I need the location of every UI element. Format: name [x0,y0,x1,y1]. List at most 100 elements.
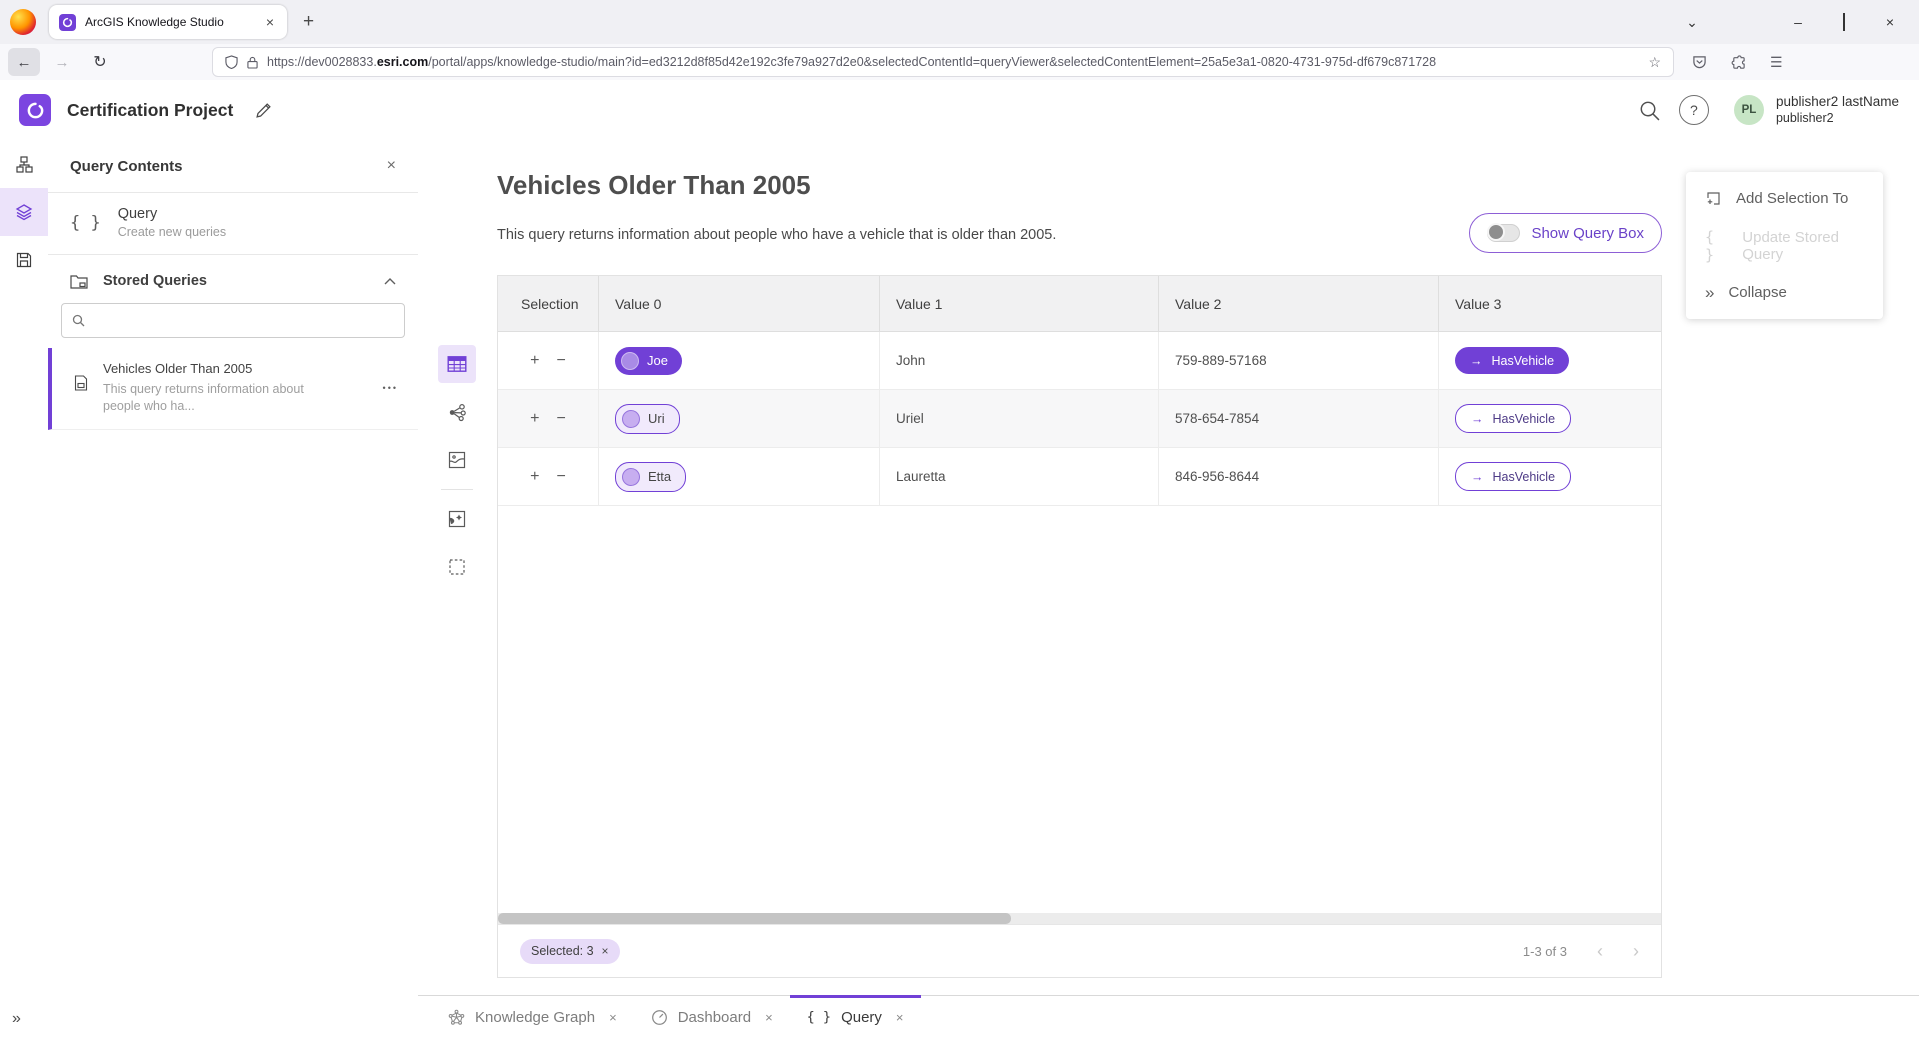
relationship-pill[interactable]: →HasVehicle [1455,404,1571,433]
entity-dot-icon [622,410,640,428]
relationship-pill[interactable]: →HasVehicle [1455,347,1569,374]
clear-selection-icon[interactable]: × [602,944,609,958]
reload-button[interactable]: ↻ [84,48,116,76]
window-controls: ⌄ – × [1669,14,1919,31]
relationship-pill[interactable]: →HasVehicle [1455,462,1571,491]
rail-expand-chevrons-icon[interactable]: » [0,1010,21,1028]
back-button[interactable]: ← [8,48,40,76]
search-icon[interactable] [1628,100,1672,121]
firefox-icon[interactable] [10,9,36,35]
column-header-value1: Value 1 [879,276,1158,331]
previous-page-icon[interactable]: ‹ [1597,942,1603,960]
lock-icon[interactable] [247,56,258,69]
query-create-item[interactable]: { } Query Create new queries [48,193,418,255]
row-add-selection-button[interactable]: + [530,352,539,370]
url-text[interactable]: https://dev0028833.esri.com/portal/apps/… [267,55,1639,69]
arrow-right-icon: → [1470,354,1483,368]
entity-pill[interactable]: Uri [615,404,680,434]
query-item-subtitle: Create new queries [118,225,226,239]
stored-queries-header[interactable]: Stored Queries [48,255,418,301]
horizontal-scrollbar[interactable] [498,913,1661,924]
column-header-value3: Value 3 [1438,276,1661,331]
stored-queries-title: Stored Queries [103,273,369,289]
pocket-icon[interactable] [1692,55,1707,69]
url-bar[interactable]: https://dev0028833.esri.com/portal/apps/… [212,47,1674,77]
stored-query-item[interactable]: Vehicles Older Than 2005 This query retu… [48,348,418,430]
row-add-selection-button[interactable]: + [530,468,539,486]
chevron-up-icon[interactable] [384,278,396,285]
toggle-switch[interactable] [1487,224,1520,242]
window-maximize-button[interactable] [1821,14,1867,30]
pagination: 1-3 of 3 ‹ › [1523,942,1639,960]
map-view-icon[interactable] [438,441,476,479]
stored-query-description: This query returns information about peo… [103,381,315,415]
entity-dot-icon [621,352,639,370]
link-chart-view-icon[interactable] [438,393,476,431]
cell-value2: 578-654-7854 [1158,390,1438,447]
column-header-selection: Selection [498,276,598,331]
entity-pill[interactable]: Etta [615,462,686,492]
row-remove-selection-button[interactable]: − [557,468,566,486]
bookmark-star-icon[interactable]: ☆ [1648,54,1661,71]
row-remove-selection-button[interactable]: − [557,352,566,370]
tab-close-icon[interactable]: × [765,1010,773,1025]
results-table: Selection Value 0 Value 1 Value 2 Value … [497,275,1662,978]
panel-close-icon[interactable]: × [387,157,396,175]
show-query-box-toggle[interactable]: Show Query Box [1469,213,1662,253]
arrow-right-icon: → [1471,412,1484,426]
user-block[interactable]: publisher2 lastName publisher2 [1776,94,1899,127]
selected-count-chip[interactable]: Selected: 3 × [520,939,620,964]
tab-dashboard[interactable]: Dashboard × [634,996,790,1038]
cell-value1: Lauretta [879,448,1158,505]
stored-queries-searchbox[interactable] [61,303,405,338]
avatar[interactable]: PL [1734,95,1764,125]
question-mark-icon: ? [1679,95,1709,125]
new-tab-button[interactable]: + [303,11,314,33]
knowledge-graph-icon [448,1009,465,1026]
help-icon[interactable]: ? [1672,95,1716,125]
browser-navbar: ← → ↻ https://dev0028833.esri.com/portal… [0,44,1919,81]
tab-knowledge-graph[interactable]: Knowledge Graph × [431,996,634,1038]
pagination-range: 1-3 of 3 [1523,944,1567,959]
menu-hamburger-icon[interactable]: ☰ [1770,54,1783,71]
row-add-selection-button[interactable]: + [530,410,539,428]
next-page-icon[interactable]: › [1633,942,1639,960]
window-close-button[interactable]: × [1867,14,1913,30]
column-header-value2: Value 2 [1158,276,1438,331]
scrollbar-thumb[interactable] [498,913,1011,924]
tab-query[interactable]: { } Query × [790,996,921,1038]
rail-save-icon[interactable] [0,236,48,284]
rail-data-model-icon[interactable] [0,140,48,188]
row-remove-selection-button[interactable]: − [557,410,566,428]
extensions-puzzle-icon[interactable] [1731,55,1746,70]
edit-pencil-icon[interactable] [255,102,272,119]
table-view-icon[interactable] [438,345,476,383]
maximize-icon [1843,13,1845,31]
tab-close-icon[interactable]: × [896,1010,904,1025]
rail-layers-icon[interactable] [0,188,48,236]
browser-tab[interactable]: ArcGIS Knowledge Studio × [49,5,287,39]
toggle-knob [1487,223,1505,241]
browser-titlebar: ArcGIS Knowledge Studio × + ⌄ – × [0,0,1919,44]
cell-value1: Uriel [879,390,1158,447]
cell-value1: John [879,332,1158,389]
entity-pill[interactable]: Joe [615,347,682,375]
menu-item-collapse[interactable]: » Collapse [1686,269,1883,316]
forward-button[interactable]: → [46,48,78,76]
stored-query-options-ellipsis-icon[interactable]: ••• [383,383,398,393]
magnifier-icon [72,314,85,327]
selection-tools-icon[interactable] [438,548,476,586]
browser-tab-title: ArcGIS Knowledge Studio [85,15,254,29]
left-rail: » [0,140,49,1038]
window-minimize-button[interactable]: – [1775,14,1821,30]
shield-icon[interactable] [225,55,238,69]
query-item-title: Query [118,206,226,222]
menu-item-add-selection-to[interactable]: Add Selection To [1686,175,1883,222]
selected-count-label: Selected: 3 [531,944,594,958]
new-map-icon[interactable] [438,500,476,538]
stored-queries-search-input[interactable] [93,312,394,329]
list-tabs-chevron-icon[interactable]: ⌄ [1669,14,1715,31]
table-row: + − Uri Uriel 578-654-7854 →HasVehicle [498,390,1661,448]
tab-close-icon[interactable]: × [263,14,277,30]
tab-close-icon[interactable]: × [609,1010,617,1025]
